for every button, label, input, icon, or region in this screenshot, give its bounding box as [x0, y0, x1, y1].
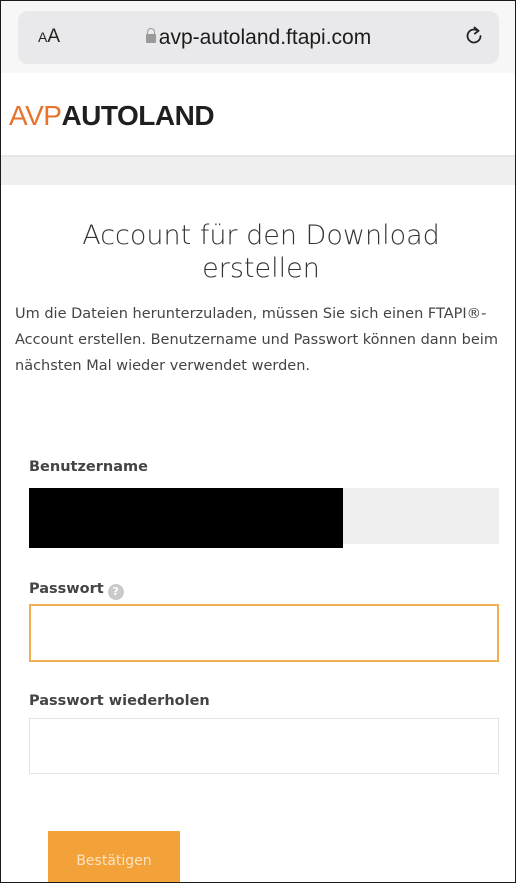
header-divider — [1, 157, 515, 185]
question-circle-icon[interactable]: ? — [107, 584, 124, 600]
brand-logo[interactable]: AVPAUTOLAND — [9, 100, 215, 132]
reload-icon[interactable] — [461, 22, 487, 48]
password-label-row: Passwort? — [29, 581, 124, 600]
redaction-box — [29, 488, 343, 548]
password-repeat-label: Passwort wiederholen — [29, 693, 210, 709]
logo-autoland: AUTOLAND — [61, 100, 215, 131]
password-field[interactable] — [29, 604, 499, 662]
url-field[interactable]: avp-autoland.ftapi.com — [18, 26, 499, 50]
username-label: Benutzername — [29, 459, 148, 475]
url-text: avp-autoland.ftapi.com — [158, 26, 372, 49]
brand-header: AVPAUTOLAND — [1, 73, 515, 157]
lock-icon — [145, 28, 156, 43]
intro-text: Um die Dateien herunterzuladen, müssen S… — [15, 306, 498, 374]
screen: AA avp-autoland.ftapi.com AVPAUTOLAND Ac… — [0, 0, 516, 883]
confirm-button[interactable]: Bestätigen — [48, 831, 180, 882]
logo-avp: AVP — [9, 100, 62, 131]
password-repeat-field[interactable] — [29, 718, 499, 774]
password-label: Passwort — [29, 581, 104, 597]
browser-toolbar: AA avp-autoland.ftapi.com — [1, 1, 515, 73]
page-title: Account für den Download erstellen — [82, 220, 440, 284]
address-bar[interactable]: AA avp-autoland.ftapi.com — [18, 11, 499, 64]
